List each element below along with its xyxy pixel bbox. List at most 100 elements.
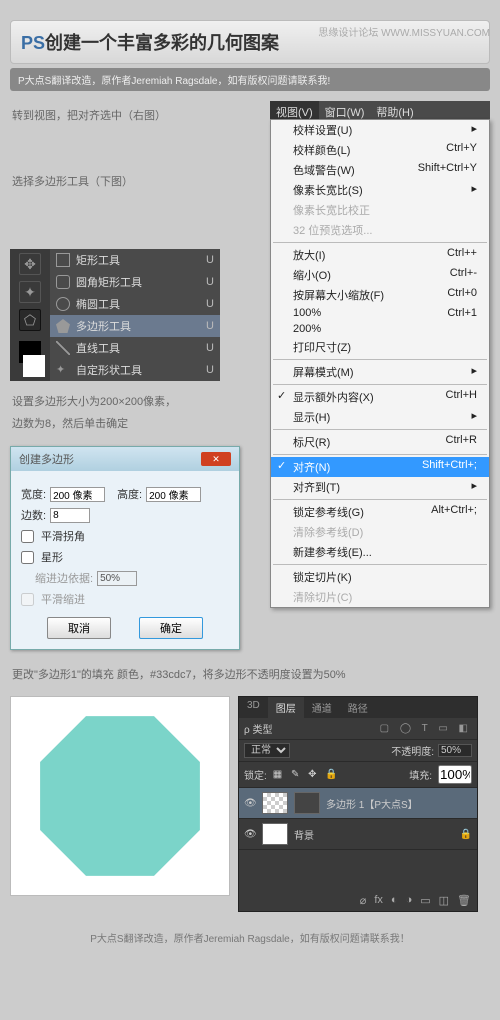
indent-label: 缩进边依据:	[35, 570, 93, 586]
menu-screen-mode[interactable]: 屏幕模式(M)▸	[271, 362, 489, 382]
menu-pixel-correction: 像素长宽比校正	[271, 200, 489, 220]
layer-name: 多边形 1【P大点S】	[326, 796, 418, 811]
menu-show[interactable]: 显示(H)▸	[271, 407, 489, 427]
fx-icon[interactable]: fx	[374, 894, 383, 907]
close-button[interactable]: ✕	[201, 452, 231, 466]
link-icon[interactable]: ⌀	[360, 894, 367, 907]
height-label: 高度:	[117, 486, 142, 502]
menu-snap-to[interactable]: 对齐到(T)▸	[271, 477, 489, 497]
fill-input[interactable]	[438, 765, 472, 784]
dialog-title: 创建多边形	[19, 451, 74, 467]
menu-lock-guides[interactable]: 锁定参考线(G)Alt+Ctrl+;	[271, 502, 489, 522]
star-label: 星形	[41, 549, 63, 565]
lock-label: 锁定:	[244, 767, 267, 782]
ps-prefix: PS	[21, 33, 45, 53]
cancel-button[interactable]: 取消	[47, 617, 111, 639]
layer-polygon-1[interactable]: 👁 多边形 1【P大点S】	[239, 788, 477, 819]
polygon-tool[interactable]: 多边形工具U	[50, 315, 220, 337]
tab-layers[interactable]: 图层	[268, 697, 304, 718]
menu-gamut-warning[interactable]: 色域警告(W)Shift+Ctrl+Y	[271, 160, 489, 180]
custom-shape-tool[interactable]: ✦自定形状工具U	[50, 359, 220, 381]
star-checkbox[interactable]	[21, 551, 34, 564]
layer-mask-thumb	[294, 792, 320, 814]
octagon-shape	[35, 711, 205, 881]
layer-thumb	[262, 792, 288, 814]
panel-tabs: 3D 图层 通道 路径	[239, 697, 477, 718]
menu-clear-guides: 清除参考线(D)	[271, 522, 489, 542]
watermark: 思缘设计论坛 WWW.MISSYUAN.COM	[318, 24, 490, 39]
visibility-icon[interactable]: 👁	[244, 798, 256, 809]
menu-fit-screen[interactable]: 按屏幕大小缩放(F)Ctrl+0	[271, 285, 489, 305]
opacity-label: 不透明度:	[391, 743, 434, 758]
dialog-titlebar: 创建多边形 ✕	[11, 447, 239, 471]
sides-label: 边数:	[21, 507, 46, 523]
tool-strip: ✥ ✦ ⬠	[10, 249, 50, 381]
filter-icons[interactable]: ▢ ◯ T ▭ ◧	[380, 723, 472, 734]
smooth-corners-checkbox[interactable]	[21, 530, 34, 543]
menu-new-guide[interactable]: 新建参考线(E)...	[271, 542, 489, 562]
sides-input[interactable]	[50, 508, 90, 523]
view-menu-dropdown: 校样设置(U)▸ 校样颜色(L)Ctrl+Y 色域警告(W)Shift+Ctrl…	[270, 119, 490, 608]
page-footer: P大点S翻译改造，原作者Jeremiah Ragsdale，如有版权问题请联系我…	[10, 930, 490, 945]
menu-print-size[interactable]: 打印尺寸(Z)	[271, 337, 489, 357]
page-subtitle: P大点S翻译改造，原作者Jeremiah Ragsdale，如有版权问题请联系我…	[10, 68, 490, 91]
width-label: 宽度:	[21, 486, 46, 502]
menu-200-percent[interactable]: 200%	[271, 321, 489, 337]
menu-rulers[interactable]: 标尺(R)Ctrl+R	[271, 432, 489, 452]
menu-separator	[273, 564, 487, 565]
tab-channels[interactable]: 通道	[304, 697, 340, 718]
menu-pixel-ratio[interactable]: 像素长宽比(S)▸	[271, 180, 489, 200]
tab-paths[interactable]: 路径	[340, 697, 376, 718]
selection-tool-icon[interactable]: ✥	[19, 253, 41, 275]
trash-icon[interactable]: 🗑	[457, 894, 471, 907]
instruction-4: 更改"多边形1"的填充 颜色，#33cdc7，将多边形不透明度设置为50%	[12, 666, 488, 682]
ellipse-icon	[56, 297, 70, 311]
shape-tools-list: 矩形工具U 圆角矩形工具U 椭圆工具U 多边形工具U 直线工具U ✦自定形状工具…	[50, 249, 220, 381]
line-tool[interactable]: 直线工具U	[50, 337, 220, 359]
adjustment-icon[interactable]: ◑	[406, 894, 413, 907]
mask-icon[interactable]: ◐	[391, 894, 398, 907]
shape-preview	[10, 696, 230, 896]
rounded-rect-icon	[56, 275, 70, 289]
new-layer-icon[interactable]: ◫	[439, 894, 449, 907]
smooth-corners-label: 平滑拐角	[41, 528, 85, 544]
layer-panel-buttons: ⌀ fx ◐ ◑ ▭ ◫ 🗑	[239, 890, 477, 911]
menu-extras[interactable]: 显示额外内容(X)Ctrl+H	[271, 387, 489, 407]
menu-snap[interactable]: 对齐(N)Shift+Ctrl+;	[271, 457, 489, 477]
visibility-icon[interactable]: 👁	[244, 829, 256, 840]
blend-mode-select[interactable]: 正常	[244, 743, 290, 758]
create-polygon-dialog: 创建多边形 ✕ 宽度: 高度: 边数: 平滑拐角 星形 缩进边依据: 平滑缩进 …	[10, 446, 240, 650]
menu-separator	[273, 454, 487, 455]
rounded-rectangle-tool[interactable]: 圆角矩形工具U	[50, 271, 220, 293]
menu-zoom-in[interactable]: 放大(I)Ctrl++	[271, 245, 489, 265]
background-swatch[interactable]	[23, 355, 45, 377]
height-input[interactable]	[146, 487, 201, 502]
menu-100-percent[interactable]: 100%Ctrl+1	[271, 305, 489, 321]
layer-background[interactable]: 👁 背景 🔒	[239, 819, 477, 850]
layer-name: 背景	[294, 827, 314, 842]
tab-3d[interactable]: 3D	[239, 697, 268, 718]
menu-zoom-out[interactable]: 缩小(O)Ctrl+-	[271, 265, 489, 285]
rectangle-tool[interactable]: 矩形工具U	[50, 249, 220, 271]
opacity-input[interactable]	[438, 744, 472, 757]
menu-lock-slices[interactable]: 锁定切片(K)	[271, 567, 489, 587]
menu-proof-setup[interactable]: 校样设置(U)▸	[271, 120, 489, 140]
layers-panel: 3D 图层 通道 路径 ρ 类型 ▢ ◯ T ▭ ◧ 正常 不透明度: 锁定: …	[238, 696, 478, 912]
menu-32bit-preview: 32 位预览选项...	[271, 220, 489, 240]
rectangle-icon	[56, 253, 70, 267]
shape-tool-icon[interactable]: ⬠	[19, 309, 41, 331]
filter-kind[interactable]: ρ 类型	[244, 721, 272, 736]
menu-separator	[273, 359, 487, 360]
ellipse-tool[interactable]: 椭圆工具U	[50, 293, 220, 315]
smooth-indent-label: 平滑缩进	[41, 591, 85, 607]
width-input[interactable]	[50, 487, 105, 502]
magic-wand-icon[interactable]: ✦	[19, 281, 41, 303]
lock-icons[interactable]: ▦ ✎ ✥ 🔒	[273, 769, 341, 780]
ok-button[interactable]: 确定	[139, 617, 203, 639]
folder-icon[interactable]: ▭	[420, 894, 430, 907]
lock-icon: 🔒	[460, 829, 472, 840]
smooth-indent-checkbox	[21, 593, 34, 606]
menu-clear-slices: 清除切片(C)	[271, 587, 489, 607]
menu-proof-colors[interactable]: 校样颜色(L)Ctrl+Y	[271, 140, 489, 160]
indent-input	[97, 571, 137, 586]
